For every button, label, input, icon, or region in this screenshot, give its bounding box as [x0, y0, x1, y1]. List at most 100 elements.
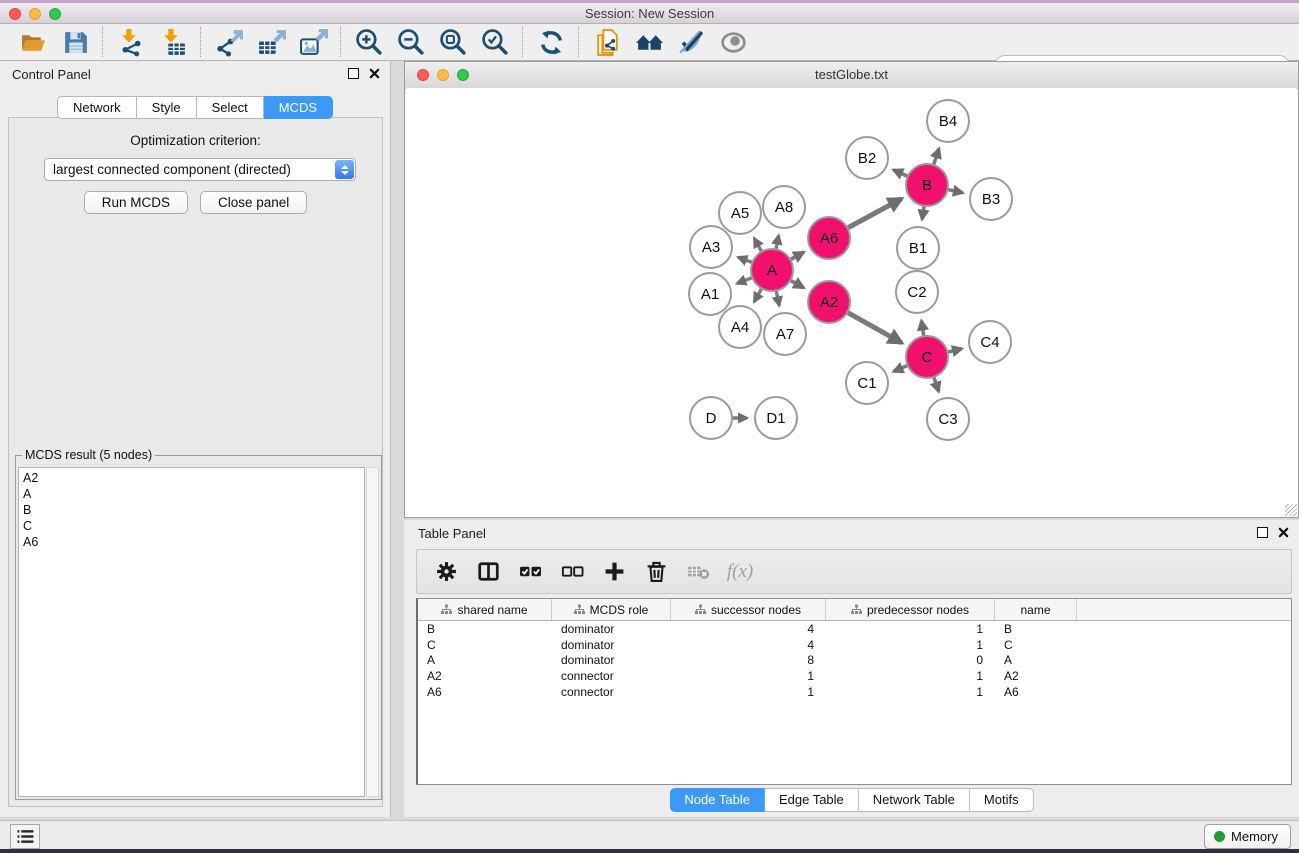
graph-node-A7[interactable]: A7	[763, 312, 807, 356]
float-table-panel-icon[interactable]	[1257, 527, 1268, 538]
node-table[interactable]: shared nameMCDS rolesuccessor nodesprede…	[416, 598, 1292, 785]
result-scrollbar[interactable]	[366, 467, 379, 797]
graph-node-C4[interactable]: C4	[968, 320, 1012, 364]
graph-node-D[interactable]: D	[689, 396, 733, 440]
mcds-result-item[interactable]: C	[23, 518, 364, 534]
tab-network-table[interactable]: Network Table	[859, 788, 970, 812]
open-session-button[interactable]	[12, 26, 54, 58]
graph-node-A4[interactable]: A4	[718, 305, 762, 349]
graph-node-C3[interactable]: C3	[926, 397, 970, 441]
graph-node-A3[interactable]: A3	[689, 225, 733, 269]
graph-edge-B-B1[interactable]	[922, 205, 924, 220]
column-header-name[interactable]: name	[995, 599, 1077, 620]
graph-node-B2[interactable]: B2	[845, 136, 889, 180]
show-panels-button[interactable]	[10, 824, 40, 849]
tab-node-table[interactable]: Node Table	[669, 788, 765, 812]
import-table-button[interactable]	[152, 26, 194, 58]
refresh-button[interactable]	[530, 26, 572, 58]
tab-style[interactable]: Style	[137, 96, 197, 119]
table-row[interactable]: Cdominator41C	[418, 637, 1291, 653]
tab-select[interactable]: Select	[197, 96, 264, 119]
close-table-panel-icon[interactable]	[1278, 527, 1289, 538]
column-header-shared-name[interactable]: shared name	[418, 599, 552, 620]
optimization-criterion-dropdown[interactable]: largest connected component (directed)	[44, 158, 356, 181]
select-all-button[interactable]	[511, 554, 549, 590]
graph-node-B[interactable]: B	[905, 163, 949, 207]
select-all-icon	[519, 560, 542, 583]
table-cell: 1	[826, 685, 995, 699]
graph-edge-A6-B[interactable]	[847, 199, 902, 229]
graph-node-B1[interactable]: B1	[896, 226, 940, 270]
import-network-button[interactable]	[110, 26, 152, 58]
export-network-button[interactable]	[208, 26, 250, 58]
graph-edge-A-A7[interactable]	[776, 290, 779, 306]
column-header-MCDS-role[interactable]: MCDS role	[552, 599, 671, 620]
add-button[interactable]	[595, 554, 633, 590]
column-header-predecessor-nodes[interactable]: predecessor nodes	[826, 599, 995, 620]
graph-edge-C-C3[interactable]	[933, 376, 938, 392]
graph-node-A8[interactable]: A8	[762, 185, 806, 229]
network-window-titlebar[interactable]: testGlobe.txt	[405, 62, 1298, 89]
delete-button[interactable]	[637, 554, 675, 590]
mcds-result-list[interactable]: A2ABCA6	[18, 467, 365, 797]
export-table-icon	[257, 28, 286, 57]
table-row[interactable]: Adominator80A	[418, 652, 1291, 668]
home-button[interactable]	[628, 26, 670, 58]
columns-button[interactable]	[469, 554, 507, 590]
table-cell: C	[418, 638, 552, 652]
graph-node-A6[interactable]: A6	[807, 216, 851, 260]
graph-edge-A-A2[interactable]	[789, 280, 803, 288]
column-header-successor-nodes[interactable]: successor nodes	[671, 599, 826, 620]
float-panel-icon[interactable]	[348, 68, 359, 79]
zoom-selected-button[interactable]	[474, 26, 516, 58]
hide-graphics-button[interactable]	[712, 26, 754, 58]
graph-node-D1[interactable]: D1	[754, 396, 798, 440]
tab-mcds[interactable]: MCDS	[264, 96, 333, 119]
close-panel-icon[interactable]	[369, 68, 380, 79]
table-row[interactable]: Bdominator41B	[418, 621, 1291, 637]
refresh-icon	[537, 28, 566, 57]
graph-edge-B-B3[interactable]	[947, 189, 963, 193]
run-mcds-button[interactable]: Run MCDS	[84, 191, 188, 214]
graph-node-C2[interactable]: C2	[895, 270, 939, 314]
close-panel-button[interactable]: Close panel	[200, 191, 307, 214]
status-bar: Memory	[0, 820, 1299, 849]
tab-network[interactable]: Network	[57, 96, 137, 119]
table-cell: dominator	[552, 638, 671, 652]
graph-edge-C-C4[interactable]	[947, 349, 962, 353]
mcds-result-item[interactable]: A2	[23, 470, 364, 486]
new-session-button[interactable]	[586, 26, 628, 58]
graph-edge-A2-C[interactable]	[846, 312, 901, 343]
graph-node-B4[interactable]: B4	[926, 99, 970, 143]
export-image-button[interactable]	[292, 26, 334, 58]
mcds-result-item[interactable]: B	[23, 502, 364, 518]
table-cell: 1	[826, 622, 995, 636]
table-row[interactable]: A6connector11A6	[418, 684, 1291, 700]
graph-node-A5[interactable]: A5	[718, 191, 762, 235]
deselect-all-icon	[561, 560, 584, 583]
network-canvas[interactable]: B4B2BB3B1A5A8A6A3AA1A2C2A4A7CC4C1C3DD1	[406, 88, 1297, 517]
graph-node-C[interactable]: C	[905, 335, 949, 379]
style-check-button[interactable]	[670, 26, 712, 58]
graph-node-C1[interactable]: C1	[845, 361, 889, 405]
tab-edge-table[interactable]: Edge Table	[765, 788, 859, 812]
graph-node-B3[interactable]: B3	[969, 177, 1013, 221]
table-cell: B	[418, 622, 552, 636]
save-session-button[interactable]	[54, 26, 96, 58]
mcds-result-item[interactable]: A	[23, 486, 364, 502]
settings-button[interactable]	[427, 554, 465, 590]
memory-button[interactable]: Memory	[1204, 824, 1291, 849]
table-row[interactable]: A2connector11A2	[418, 668, 1291, 684]
graph-node-A2[interactable]: A2	[807, 280, 851, 324]
export-table-button[interactable]	[250, 26, 292, 58]
zoom-in-button[interactable]	[348, 26, 390, 58]
export-image-icon	[299, 28, 328, 57]
zoom-fit-button[interactable]	[432, 26, 474, 58]
mcds-result-item[interactable]: A6	[23, 534, 364, 550]
graph-node-A[interactable]: A	[750, 248, 794, 292]
tab-motifs[interactable]: Motifs	[970, 788, 1034, 812]
delete-table-button	[679, 554, 717, 590]
deselect-all-button[interactable]	[553, 554, 591, 590]
resize-handle[interactable]	[1285, 504, 1297, 516]
zoom-out-button[interactable]	[390, 26, 432, 58]
